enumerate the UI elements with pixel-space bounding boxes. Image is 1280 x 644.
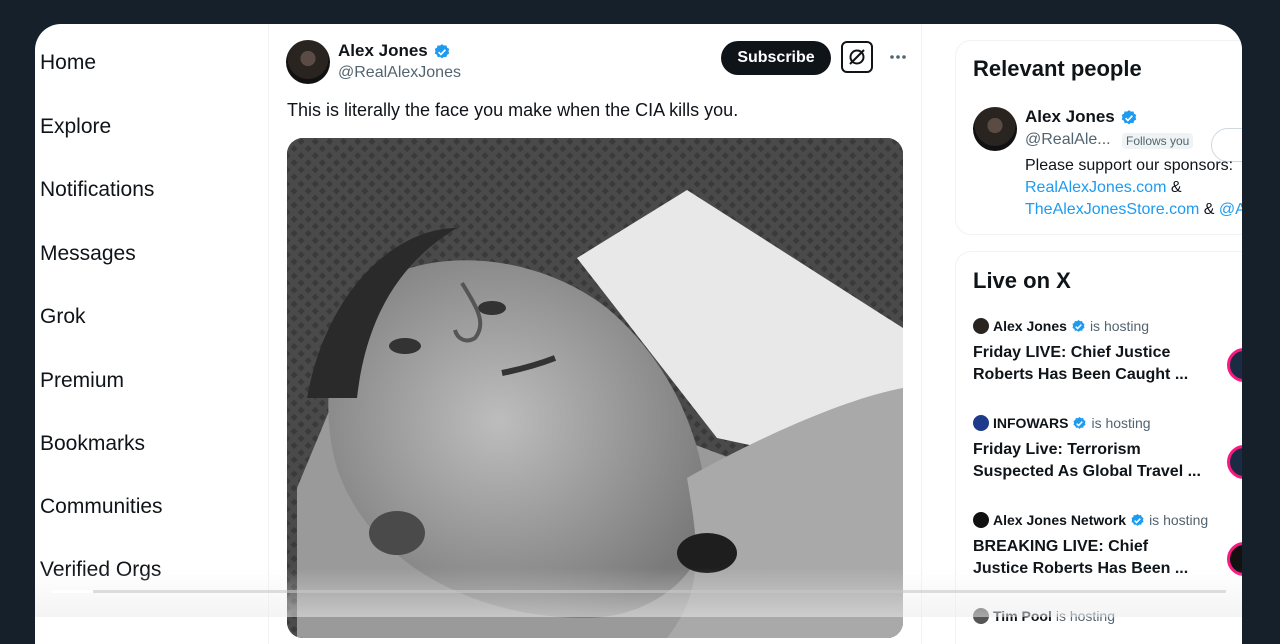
verified-badge-icon xyxy=(1121,109,1136,124)
host-avatar xyxy=(973,318,989,334)
more-button[interactable] xyxy=(883,42,913,72)
verified-badge-icon xyxy=(1072,319,1085,332)
person-bio-line: RealAlexJones.com & xyxy=(1025,179,1182,197)
live-item-host: Tim Pool is hosting xyxy=(973,608,1242,624)
app-window: Home Explore Notifications Messages Grok… xyxy=(35,24,1242,644)
post: Alex Jones @RealAlexJones Subscribe This… xyxy=(269,24,921,644)
host-status: is hosting xyxy=(1055,608,1116,624)
verified-badge-icon xyxy=(1131,513,1144,526)
live-title-line: Suspected As Global Travel ... xyxy=(973,463,1201,480)
avatar[interactable] xyxy=(286,40,330,84)
live-title-line: BREAKING LIVE: Chief xyxy=(973,538,1149,555)
host-avatar xyxy=(973,512,989,528)
host-avatar xyxy=(973,608,989,624)
nav-item-communities[interactable]: Communities xyxy=(40,495,163,519)
person-name[interactable]: Alex Jones xyxy=(1025,107,1115,126)
live-item-title: Friday Live: Terrorism Suspected As Glob… xyxy=(973,439,1242,483)
video-progress-bar[interactable] xyxy=(52,590,1226,593)
person-handle: @RealAle... xyxy=(1025,131,1111,148)
author-name[interactable]: Alex Jones xyxy=(338,41,428,60)
bio-link[interactable]: TheAlexJonesStore.com xyxy=(1025,201,1199,218)
verified-badge-icon xyxy=(434,43,449,58)
person-avatar[interactable] xyxy=(973,107,1017,151)
nav-item-explore[interactable]: Explore xyxy=(40,115,111,139)
live-on-x-title: Live on X xyxy=(973,268,1071,293)
live-item-host: INFOWARS is hosting xyxy=(973,415,1242,431)
bio-link[interactable]: RealAlexJones.com xyxy=(1025,179,1166,196)
bio-link[interactable]: @A xyxy=(1219,201,1242,218)
live-item[interactable]: Alex Jones Network is hosting BREAKING L… xyxy=(973,512,1242,580)
post-text: This is literally the face you make when… xyxy=(287,100,739,120)
relevant-people-card: Relevant people Alex Jones @RealAle... F… xyxy=(955,40,1242,235)
nav-item-bookmarks[interactable]: Bookmarks xyxy=(40,432,145,456)
nav-item-notifications[interactable]: Notifications xyxy=(40,178,154,202)
post-media-image[interactable] xyxy=(287,138,903,638)
nav-item-messages[interactable]: Messages xyxy=(40,242,136,266)
host-avatar xyxy=(973,415,989,431)
post-author: Alex Jones xyxy=(338,41,451,61)
grok-button[interactable] xyxy=(841,41,873,73)
host-name: Alex Jones Network xyxy=(993,512,1127,528)
photo-illustration xyxy=(287,138,903,638)
live-item[interactable]: Alex Jones is hosting Friday LIVE: Chief… xyxy=(973,318,1242,386)
live-item[interactable]: Tim Pool is hosting xyxy=(973,608,1242,624)
live-item-title: Friday LIVE: Chief Justice Roberts Has B… xyxy=(973,342,1242,386)
verified-badge-icon xyxy=(1073,416,1086,429)
bio-text: & xyxy=(1199,201,1219,218)
live-item-host: Alex Jones Network is hosting xyxy=(973,512,1242,528)
host-name: Tim Pool xyxy=(993,608,1052,624)
live-item[interactable]: INFOWARS is hosting Friday Live: Terrori… xyxy=(973,415,1242,483)
subscribe-button[interactable]: Subscribe xyxy=(721,41,831,75)
live-title-line: Friday Live: Terrorism xyxy=(973,441,1141,458)
person-bio-line: Please support our sponsors: xyxy=(1025,157,1234,174)
live-on-x-card: Live on X Alex Jones is hosting Friday L… xyxy=(955,251,1242,644)
host-status: is hosting xyxy=(1089,318,1150,334)
live-title-line: Justice Roberts Has Been ... xyxy=(973,560,1189,577)
nav-item-home[interactable]: Home xyxy=(40,51,96,75)
author-handle: @RealAlexJones xyxy=(338,64,461,81)
host-status: is hosting xyxy=(1091,415,1151,431)
nav-item-verified-orgs[interactable]: Verified Orgs xyxy=(40,558,161,582)
host-name: INFOWARS xyxy=(993,415,1069,431)
live-title-line: Roberts Has Been Caught ... xyxy=(973,366,1189,383)
grok-icon xyxy=(849,49,865,65)
nav-item-premium[interactable]: Premium xyxy=(40,369,124,393)
live-item-host: Alex Jones is hosting xyxy=(973,318,1242,334)
follows-you-badge: Follows you xyxy=(1122,133,1194,149)
relevant-people-title: Relevant people xyxy=(973,56,1142,81)
more-icon xyxy=(890,55,906,59)
host-status: is hosting xyxy=(1149,512,1209,528)
live-item-title: BREAKING LIVE: Chief Justice Roberts Has… xyxy=(973,536,1242,580)
nav-item-grok[interactable]: Grok xyxy=(40,305,86,329)
host-name: Alex Jones xyxy=(993,318,1067,334)
person-name-row: Alex Jones xyxy=(1025,107,1138,127)
person-bio-line: TheAlexJonesStore.com & @A xyxy=(1025,201,1242,219)
bio-text: & xyxy=(1166,179,1182,196)
divider xyxy=(921,24,922,644)
video-progress-fill xyxy=(52,590,94,593)
live-title-line: Friday LIVE: Chief Justice xyxy=(973,344,1171,361)
